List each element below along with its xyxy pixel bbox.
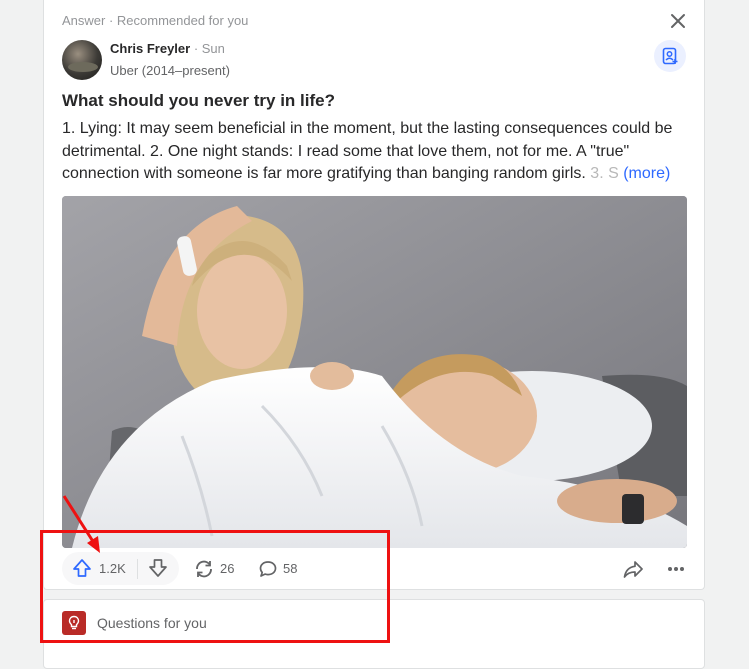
forward-share-icon[interactable] (622, 558, 644, 580)
close-icon[interactable] (667, 10, 689, 32)
more-link[interactable]: (more) (623, 165, 670, 182)
add-person-icon (662, 47, 678, 65)
post-date[interactable]: Sun (202, 41, 225, 56)
author-line: Chris Freyler · Sun (110, 41, 225, 56)
question-title[interactable]: What should you never try in life? (62, 91, 335, 111)
author-name[interactable]: Chris Freyler (110, 41, 190, 56)
more-dots-icon[interactable] (665, 558, 687, 580)
answer-text-faded: 3. S (585, 165, 619, 182)
annotation-arrow-icon (62, 495, 100, 553)
answer-image[interactable] (62, 196, 687, 548)
author-credential: Uber (2014–present) (110, 63, 230, 78)
photo-illustration (62, 196, 687, 548)
avatar[interactable] (62, 40, 102, 80)
answer-card: Answer · Recommended for you Chris Freyl… (43, 0, 705, 590)
answer-excerpt[interactable]: 1. Lying: It may seem beneficial in the … (62, 118, 690, 186)
follow-button[interactable] (654, 40, 686, 72)
author-separator: · (190, 41, 202, 56)
feed-meta: Answer · Recommended for you (62, 13, 249, 28)
answer-text: 1. Lying: It may seem beneficial in the … (62, 120, 673, 182)
